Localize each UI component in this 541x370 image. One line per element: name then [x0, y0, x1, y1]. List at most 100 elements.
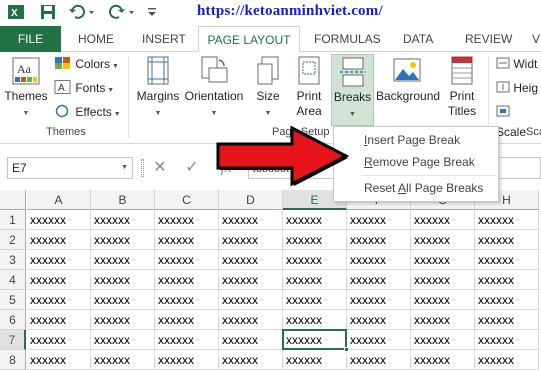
chevron-down-icon[interactable]: ▼ — [121, 158, 128, 178]
fill-handle[interactable] — [344, 347, 349, 352]
cell-f8[interactable]: xxxxxx — [347, 350, 411, 370]
cell-f6[interactable]: xxxxxx — [347, 310, 411, 330]
cell-h7[interactable]: xxxxxx — [475, 330, 539, 350]
cell-c2[interactable]: xxxxxx — [155, 230, 219, 250]
enter-icon[interactable]: ✓ — [180, 157, 204, 179]
cell-e1[interactable]: xxxxxx — [283, 210, 347, 230]
cell-g8[interactable]: xxxxxx — [411, 350, 475, 370]
cell-g6[interactable]: xxxxxx — [411, 310, 475, 330]
cell-b4[interactable]: xxxxxx — [91, 270, 155, 290]
print-titles-button[interactable]: Print Titles — [442, 56, 482, 119]
cell-d1[interactable]: xxxxxx — [219, 210, 283, 230]
cell-d3[interactable]: xxxxxx — [219, 250, 283, 270]
column-header-c[interactable]: C — [155, 190, 219, 210]
cell-h5[interactable]: xxxxxx — [475, 290, 539, 310]
cell-c1[interactable]: xxxxxx — [155, 210, 219, 230]
cell-g7[interactable]: xxxxxx — [411, 330, 475, 350]
cell-e8[interactable]: xxxxxx — [283, 350, 347, 370]
cell-e4[interactable]: xxxxxx — [283, 270, 347, 290]
cell-b5[interactable]: xxxxxx — [91, 290, 155, 310]
remove-page-break-item[interactable]: Remove Page Break — [334, 151, 498, 173]
cell-d2[interactable]: xxxxxx — [219, 230, 283, 250]
row-header-1[interactable]: 1 — [0, 210, 26, 230]
excel-app-icon[interactable]: X — [8, 4, 24, 20]
tab-home[interactable]: HOME — [78, 26, 114, 52]
tab-page-layout[interactable]: PAGE LAYOUT — [198, 26, 300, 53]
cell-a2[interactable]: xxxxxx — [27, 230, 91, 250]
tab-insert[interactable]: INSERT — [142, 26, 186, 52]
cell-b8[interactable]: xxxxxx — [91, 350, 155, 370]
orientation-button[interactable]: Orientation ▼ — [182, 56, 246, 118]
cell-f3[interactable]: xxxxxx — [347, 250, 411, 270]
cell-b3[interactable]: xxxxxx — [91, 250, 155, 270]
undo-icon[interactable] — [68, 4, 96, 20]
cell-c5[interactable]: xxxxxx — [155, 290, 219, 310]
height-control[interactable]: Heig — [496, 78, 538, 98]
row-header-2[interactable]: 2 — [0, 230, 26, 250]
scale-control[interactable]: Scale — [496, 102, 541, 139]
cell-g3[interactable]: xxxxxx — [411, 250, 475, 270]
cell-a3[interactable]: xxxxxx — [27, 250, 91, 270]
cell-c8[interactable]: xxxxxx — [155, 350, 219, 370]
cell-c3[interactable]: xxxxxx — [155, 250, 219, 270]
name-box[interactable]: E7 ▼ — [7, 157, 133, 179]
save-icon[interactable] — [40, 4, 56, 20]
margins-button[interactable]: Margins ▼ — [134, 56, 182, 118]
cell-a7[interactable]: xxxxxx — [27, 330, 91, 350]
cell-g4[interactable]: xxxxxx — [411, 270, 475, 290]
cell-g1[interactable]: xxxxxx — [411, 210, 475, 230]
size-button[interactable]: Size ▼ — [250, 56, 286, 118]
tab-formulas[interactable]: FORMULAS — [314, 26, 381, 52]
cell-h2[interactable]: xxxxxx — [475, 230, 539, 250]
print-area-button[interactable]: Print Area — [290, 56, 328, 119]
tab-data[interactable]: DATA — [403, 26, 433, 52]
row-header-3[interactable]: 3 — [0, 250, 26, 270]
cell-h4[interactable]: xxxxxx — [475, 270, 539, 290]
cell-g5[interactable]: xxxxxx — [411, 290, 475, 310]
cell-f4[interactable]: xxxxxx — [347, 270, 411, 290]
splitter-handle[interactable] — [141, 159, 144, 177]
cell-a1[interactable]: xxxxxx — [27, 210, 91, 230]
cell-d4[interactable]: xxxxxx — [219, 270, 283, 290]
row-header-4[interactable]: 4 — [0, 270, 26, 290]
cell-b2[interactable]: xxxxxx — [91, 230, 155, 250]
customize-qat-icon[interactable] — [146, 4, 158, 20]
width-control[interactable]: Widt — [496, 54, 537, 74]
cell-h1[interactable]: xxxxxx — [475, 210, 539, 230]
cell-d7[interactable]: xxxxxx — [219, 330, 283, 350]
cell-f7[interactable]: xxxxxx — [347, 330, 411, 350]
background-button[interactable]: Background — [376, 56, 440, 104]
tab-review[interactable]: REVIEW — [465, 26, 512, 52]
row-header-5[interactable]: 5 — [0, 290, 26, 310]
cell-a4[interactable]: xxxxxx — [27, 270, 91, 290]
cell-d5[interactable]: xxxxxx — [219, 290, 283, 310]
cell-g2[interactable]: xxxxxx — [411, 230, 475, 250]
cell-f5[interactable]: xxxxxx — [347, 290, 411, 310]
fonts-button[interactable]: A Fonts ▼ — [54, 78, 114, 98]
breaks-button[interactable]: Breaks ▼ — [331, 54, 374, 126]
cell-a8[interactable]: xxxxxx — [27, 350, 91, 370]
column-header-d[interactable]: D — [219, 190, 283, 210]
row-header-7[interactable]: 7 — [0, 330, 26, 350]
cell-e2[interactable]: xxxxxx — [283, 230, 347, 250]
cell-a5[interactable]: xxxxxx — [27, 290, 91, 310]
cell-h8[interactable]: xxxxxx — [475, 350, 539, 370]
cell-c7[interactable]: xxxxxx — [155, 330, 219, 350]
select-all-corner[interactable] — [0, 190, 26, 210]
row-header-6[interactable]: 6 — [0, 310, 26, 330]
column-header-a[interactable]: A — [27, 190, 91, 210]
redo-icon[interactable] — [108, 4, 136, 20]
cell-b6[interactable]: xxxxxx — [91, 310, 155, 330]
insert-page-break-item[interactable]: Insert Page Break — [334, 129, 498, 151]
column-header-b[interactable]: B — [91, 190, 155, 210]
cell-a6[interactable]: xxxxxx — [27, 310, 91, 330]
cell-e3[interactable]: xxxxxx — [283, 250, 347, 270]
cancel-icon[interactable]: ✕ — [148, 157, 172, 179]
tab-file[interactable]: FILE — [0, 26, 61, 52]
cell-c6[interactable]: xxxxxx — [155, 310, 219, 330]
cell-h6[interactable]: xxxxxx — [475, 310, 539, 330]
cell-d8[interactable]: xxxxxx — [219, 350, 283, 370]
row-header-8[interactable]: 8 — [0, 350, 26, 370]
cell-b1[interactable]: xxxxxx — [91, 210, 155, 230]
cell-b7[interactable]: xxxxxx — [91, 330, 155, 350]
